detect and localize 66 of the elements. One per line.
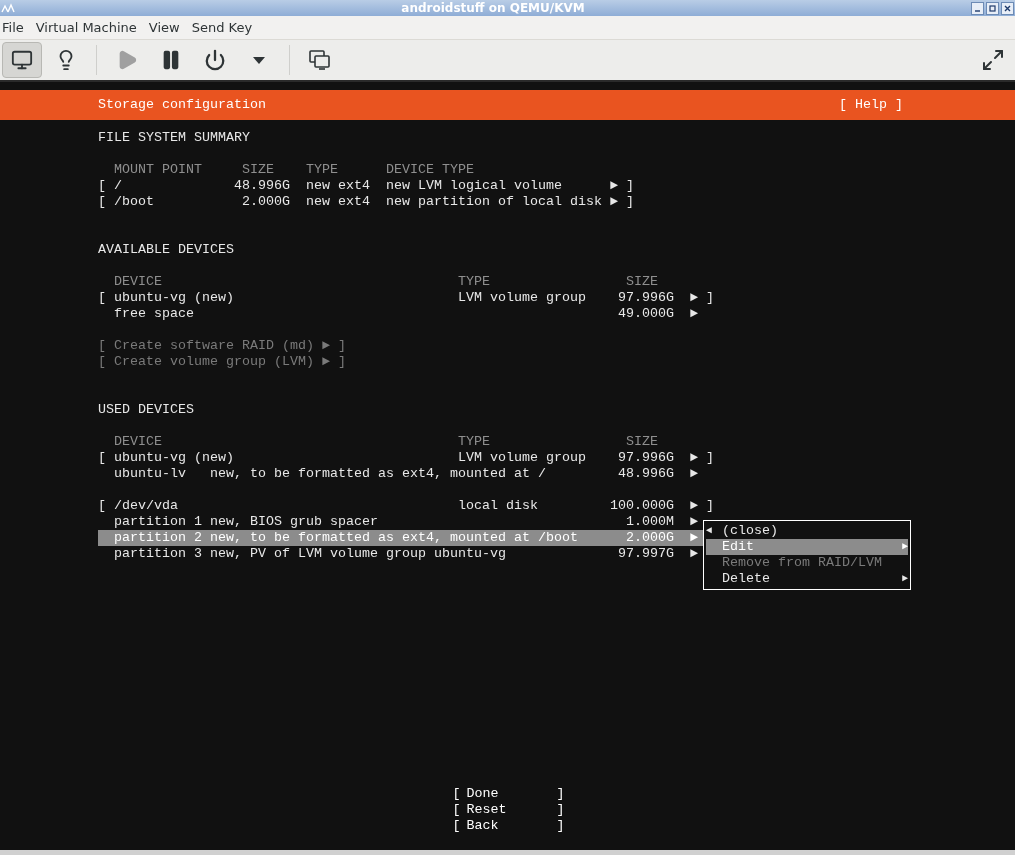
section-heading: USED DEVICES bbox=[98, 402, 195, 418]
device-size: 48.996G bbox=[618, 466, 674, 481]
device-type: local disk bbox=[458, 498, 538, 513]
device-size: 100.000G bbox=[610, 498, 674, 513]
device-name: ubuntu-lv bbox=[114, 466, 186, 481]
column-header: SIZE bbox=[242, 162, 274, 177]
device-name: partition 1 bbox=[114, 514, 202, 529]
device-name: ubuntu-vg (new) bbox=[114, 290, 234, 305]
arrow-glyph: ► bbox=[690, 546, 698, 561]
device-name: partition 3 bbox=[114, 546, 202, 561]
bracket: [ bbox=[98, 290, 106, 305]
bracket: [ bbox=[98, 450, 106, 465]
device-type: new partition of local disk bbox=[386, 194, 602, 209]
device-name: ubuntu-vg (new) bbox=[114, 450, 234, 465]
column-header: TYPE bbox=[458, 434, 490, 449]
device-name: /dev/vda bbox=[114, 498, 178, 513]
window-title: androidstuff on QEMU/KVM bbox=[400, 0, 586, 16]
bracket: [ bbox=[98, 194, 106, 209]
device-description: new, BIOS grub spacer bbox=[210, 514, 378, 530]
device-size: 97.997G bbox=[618, 546, 674, 561]
arrow-glyph: ► bbox=[690, 290, 698, 305]
arrow-glyph: ► bbox=[690, 498, 698, 513]
device-description: new, to be formatted as ext4, mounted at /boot bbox=[210, 530, 578, 546]
device-size: 49.000G bbox=[618, 306, 674, 321]
column-header: MOUNT POINT bbox=[114, 162, 202, 177]
column-header: DEVICE TYPE bbox=[386, 162, 474, 177]
screen-title: Storage configuration bbox=[98, 97, 266, 113]
device-type: LVM volume group bbox=[458, 450, 586, 465]
device-size: 97.996G bbox=[618, 450, 674, 465]
device-type: new LVM logical volume bbox=[386, 178, 562, 193]
column-header: DEVICE bbox=[114, 434, 162, 449]
arrow-glyph: ► bbox=[690, 514, 698, 529]
device-size: 2.000G bbox=[626, 530, 674, 545]
arrow-glyph: ► bbox=[610, 194, 618, 209]
device-name: free space bbox=[114, 306, 194, 321]
bracket: ] bbox=[626, 194, 634, 209]
bracket: [ bbox=[98, 498, 106, 513]
bracket: ] bbox=[706, 450, 714, 465]
column-header: TYPE bbox=[306, 162, 338, 177]
size-value: 2.000G bbox=[242, 194, 290, 209]
mount-point: /boot bbox=[114, 194, 154, 209]
bracket: ] bbox=[706, 290, 714, 305]
device-name: partition 2 bbox=[114, 530, 202, 545]
section-heading: FILE SYSTEM SUMMARY bbox=[98, 130, 251, 146]
size-value: 48.996G bbox=[234, 178, 290, 193]
column-header: TYPE bbox=[458, 274, 490, 289]
bracket: [ bbox=[98, 178, 106, 193]
column-header: SIZE bbox=[626, 274, 658, 289]
filesystem-type: new ext4 bbox=[306, 178, 370, 193]
column-header: SIZE bbox=[626, 434, 658, 449]
mount-point: / bbox=[114, 178, 122, 193]
arrow-glyph: ► bbox=[690, 450, 698, 465]
arrow-glyph: ► bbox=[610, 178, 618, 193]
section-heading: AVAILABLE DEVICES bbox=[98, 242, 235, 258]
bracket: ] bbox=[706, 498, 714, 513]
column-header: DEVICE bbox=[114, 274, 162, 289]
device-description: new, PV of LVM volume group ubuntu-vg bbox=[210, 546, 506, 562]
arrow-glyph: ► bbox=[690, 530, 698, 545]
arrow-glyph: ► bbox=[690, 466, 698, 481]
device-size: 97.996G bbox=[618, 290, 674, 305]
arrow-glyph: ► bbox=[690, 306, 698, 321]
bracket: ] bbox=[626, 178, 634, 193]
device-type: LVM volume group bbox=[458, 290, 586, 305]
device-size: 1.000M bbox=[626, 514, 674, 529]
filesystem-type: new ext4 bbox=[306, 194, 370, 209]
device-description: new, to be formatted as ext4, mounted at / bbox=[210, 466, 546, 482]
